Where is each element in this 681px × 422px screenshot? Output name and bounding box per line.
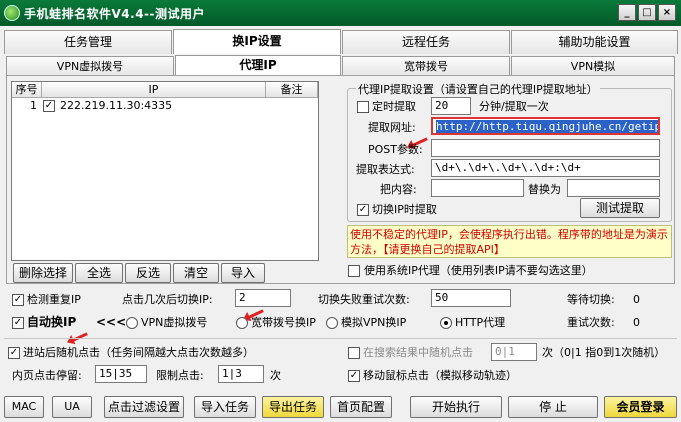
post-params-label: POST参数: bbox=[368, 143, 423, 156]
auto-switch-label: 自动换IP bbox=[27, 315, 77, 329]
invert-selection-button[interactable]: 反选 bbox=[125, 263, 171, 283]
switch-extract-checkbox[interactable]: ✓ bbox=[357, 204, 369, 216]
post-params-input[interactable] bbox=[431, 139, 660, 157]
mac-button[interactable]: MAC bbox=[4, 396, 44, 418]
radio-broadband-label: 宽带拨号换IP bbox=[251, 316, 316, 329]
stay-time-label: 内页点击停留: bbox=[12, 369, 82, 382]
timed-extract-input[interactable]: 20 bbox=[431, 97, 471, 115]
divider bbox=[4, 338, 677, 339]
export-task-button[interactable]: 导出任务 bbox=[262, 396, 324, 418]
delete-selected-button[interactable]: 删除选择 bbox=[13, 263, 73, 283]
retries-value: 0 bbox=[633, 316, 640, 329]
timed-extract-label: 定时提取 bbox=[372, 100, 416, 113]
close-button[interactable]: × bbox=[658, 4, 676, 21]
retry-count-label: 切换失败重试次数: bbox=[318, 293, 410, 306]
system-proxy-checkbox[interactable] bbox=[348, 265, 360, 277]
auto-switch-checkbox[interactable]: ✓ bbox=[12, 317, 24, 329]
import-task-button[interactable]: 导入任务 bbox=[194, 396, 256, 418]
stay-time-input[interactable]: 15|35 bbox=[95, 365, 147, 383]
table-row[interactable]: 1 ✓ 222.219.11.30:4335 bbox=[12, 98, 318, 114]
limit-click-input[interactable]: 1|3 bbox=[218, 365, 264, 383]
switch-extract-label: 切换IP时提取 bbox=[372, 203, 437, 216]
retries-label: 重试次数: bbox=[567, 316, 615, 329]
frog-app-icon bbox=[4, 5, 20, 21]
replace-label: 替换为 bbox=[528, 183, 561, 196]
app-window: 手机蛙排名软件V4.4--测试用户 _ □ × 任务管理 换IP设置 远程任务 … bbox=[0, 0, 681, 422]
search-random-input[interactable]: 0|1 bbox=[491, 343, 537, 361]
ip-list[interactable]: 序号 IP 备注 1 ✓ 222.219.11.30:4335 bbox=[11, 81, 319, 261]
timed-extract-unit: 分钟/提取一次 bbox=[479, 100, 549, 113]
search-random-hint: 次（0|1 指0到1次随机） bbox=[542, 346, 666, 359]
test-extract-button[interactable]: 测试提取 bbox=[580, 198, 660, 218]
search-random-label: 在搜索结果中随机点击 bbox=[363, 346, 473, 359]
window-title: 手机蛙排名软件V4.4--测试用户 bbox=[24, 7, 206, 21]
check-duplicate-checkbox[interactable]: ✓ bbox=[12, 294, 24, 306]
replace-input[interactable] bbox=[567, 179, 660, 197]
system-proxy-label: 使用系统IP代理（使用列表IP请不要勾选这里） bbox=[364, 264, 593, 277]
row-ip: 222.219.11.30:4335 bbox=[60, 99, 173, 112]
start-button[interactable]: 开始执行 bbox=[410, 396, 502, 418]
subtab-proxy-ip[interactable]: 代理IP bbox=[175, 55, 341, 76]
row-checkbox[interactable]: ✓ bbox=[43, 100, 55, 112]
subtab-broadband[interactable]: 宽带拨号 bbox=[342, 56, 510, 76]
tab-remote-tasks[interactable]: 远程任务 bbox=[342, 30, 510, 54]
select-all-button[interactable]: 全选 bbox=[75, 263, 123, 283]
radio-vpn-sim[interactable] bbox=[326, 317, 338, 329]
title-bar: 手机蛙排名软件V4.4--测试用户 _ □ × bbox=[0, 0, 681, 26]
clicks-before-switch-input[interactable]: 2 bbox=[235, 289, 291, 307]
random-click-checkbox[interactable]: ✓ bbox=[8, 347, 20, 359]
proxy-extract-legend: 代理IP提取设置（请设置自己的代理IP提取地址） bbox=[356, 81, 600, 97]
radio-http-proxy-label: HTTP代理 bbox=[455, 316, 506, 329]
wait-switch-value: 0 bbox=[633, 293, 640, 306]
row-index: 1 bbox=[30, 99, 37, 112]
subtab-vpn-dial[interactable]: VPN虚拟拨号 bbox=[6, 56, 174, 76]
clicks-before-switch-label: 点击几次后切换IP: bbox=[122, 293, 213, 306]
radio-vpn-sim-label: 模拟VPN换IP bbox=[341, 316, 407, 329]
search-random-checkbox[interactable] bbox=[348, 347, 360, 359]
col-header-ip[interactable]: IP bbox=[42, 82, 266, 98]
subtab-vpn-sim[interactable]: VPN模拟 bbox=[511, 56, 675, 76]
minimize-button[interactable]: _ bbox=[618, 4, 636, 21]
content-label: 把内容: bbox=[380, 183, 417, 196]
regex-label: 提取表达式: bbox=[356, 163, 415, 176]
regex-input[interactable]: \d+\.\d+\.\d+\.\d+:\d+ bbox=[431, 159, 660, 177]
random-click-label: 进站后随机点击（任务间隔越大点击次数越多） bbox=[23, 346, 254, 359]
url-label: 提取网址: bbox=[368, 121, 416, 134]
check-duplicate-label: 检测重复IP bbox=[27, 293, 81, 306]
maximize-button[interactable]: □ bbox=[638, 4, 656, 21]
col-header-note[interactable]: 备注 bbox=[266, 82, 318, 98]
limit-click-unit: 次 bbox=[270, 369, 281, 382]
tab-ip-settings[interactable]: 换IP设置 bbox=[173, 29, 341, 54]
mouse-move-label: 移动鼠标点击（模拟移动轨迹） bbox=[363, 369, 517, 382]
warning-note: 使用不稳定的代理IP，会使程序执行出错。程序带的地址是为演示方法，【请更换自己的… bbox=[347, 225, 672, 258]
content-input[interactable] bbox=[431, 179, 524, 197]
member-login-button[interactable]: 会员登录 bbox=[604, 396, 677, 418]
tab-aux-settings[interactable]: 辅助功能设置 bbox=[511, 30, 678, 54]
url-input[interactable]: http://http.tiqu.qingjuhe.cn/getip?num bbox=[431, 117, 660, 135]
radio-http-proxy[interactable] bbox=[440, 317, 452, 329]
limit-click-label: 限制点击: bbox=[156, 369, 204, 382]
ua-button[interactable]: UA bbox=[52, 396, 92, 418]
click-filter-button[interactable]: 点击过滤设置 bbox=[104, 396, 184, 418]
tab-task-management[interactable]: 任务管理 bbox=[4, 30, 172, 54]
stop-button[interactable]: 停 止 bbox=[508, 396, 598, 418]
radio-vpn-dial[interactable] bbox=[126, 317, 138, 329]
retry-count-input[interactable]: 50 bbox=[431, 289, 511, 307]
wait-switch-label: 等待切换: bbox=[567, 293, 615, 306]
timed-extract-checkbox[interactable] bbox=[357, 101, 369, 113]
clear-button[interactable]: 清空 bbox=[173, 263, 219, 283]
mouse-move-checkbox[interactable]: ✓ bbox=[348, 370, 360, 382]
col-header-index[interactable]: 序号 bbox=[12, 82, 42, 98]
homepage-config-button[interactable]: 首页配置 bbox=[330, 396, 392, 418]
url-value: http://http.tiqu.qingjuhe.cn/getip?num bbox=[436, 120, 658, 133]
import-button[interactable]: 导入 bbox=[221, 263, 265, 283]
chevrons-icon: <<< bbox=[96, 315, 127, 329]
radio-broadband[interactable] bbox=[236, 317, 248, 329]
radio-vpn-dial-label: VPN虚拟拨号 bbox=[141, 316, 208, 329]
